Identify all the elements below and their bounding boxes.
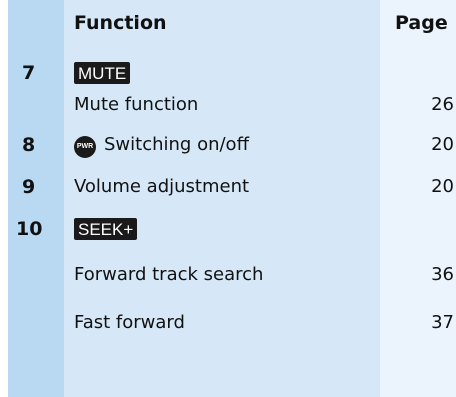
page-number: 20	[431, 176, 454, 197]
page-header: Page	[395, 12, 448, 34]
page-number: 37	[431, 312, 454, 333]
function-text: Fast forward	[74, 312, 185, 333]
seek-plus-key-icon: SEEK+	[74, 218, 138, 240]
function-text: Forward track search	[74, 264, 264, 285]
page-number: 20	[431, 134, 454, 155]
function-reference-table: Function Page 7 MUTE Mute function 26 8 …	[0, 0, 456, 397]
power-button-icon: PWR	[74, 135, 96, 158]
table-row: 9 Volume adjustment 20	[0, 172, 456, 206]
page-number: 26	[431, 94, 454, 115]
table-header: Function Page	[0, 0, 456, 50]
table-row: Mute function 26	[0, 90, 456, 124]
function-text: Mute function	[74, 94, 199, 115]
item-number: 8	[22, 134, 36, 156]
item-number: 9	[22, 176, 36, 198]
table-row: 7 MUTE	[0, 58, 456, 92]
function-text: Switching on/off	[104, 134, 249, 155]
mute-key-label: MUTE	[74, 62, 131, 84]
table-row: 8 PWR Switching on/off 20	[0, 130, 456, 164]
function-text-with-icon: PWR Switching on/off	[74, 134, 249, 158]
table-row: Fast forward 37	[0, 308, 456, 342]
seek-key-label: SEEK+	[74, 218, 138, 240]
table-row: Forward track search 36	[0, 260, 456, 294]
item-number: 7	[22, 62, 36, 84]
function-text: Volume adjustment	[74, 176, 250, 197]
page-number: 36	[431, 264, 454, 285]
function-header: Function	[74, 12, 167, 34]
table-row: 10 SEEK+	[0, 214, 456, 248]
item-number: 10	[16, 218, 43, 240]
mute-key-icon: MUTE	[74, 62, 131, 84]
